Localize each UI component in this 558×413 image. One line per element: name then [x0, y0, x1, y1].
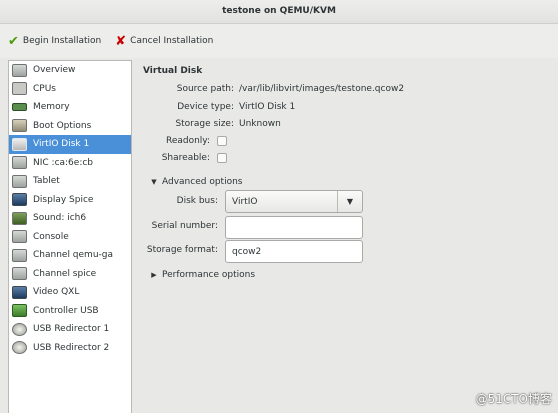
sidebar-item-label: Video QXL — [33, 287, 80, 298]
details-panel: Virtual Disk Source path: /var/lib/libvi… — [140, 60, 558, 413]
sidebar-item-overview[interactable]: Overview — [9, 61, 131, 80]
boot-options-icon — [12, 119, 27, 133]
tablet-icon — [12, 174, 27, 188]
source-path-value: /var/lib/libvirt/images/testone.qcow2 — [239, 84, 405, 94]
sidebar-item-label: Boot Options — [33, 120, 92, 131]
advanced-options-label: Advanced options — [162, 177, 243, 187]
readonly-checkbox[interactable] — [217, 136, 227, 146]
sidebar-item-label: Console — [33, 231, 69, 242]
channel-icon — [12, 267, 27, 281]
sound-icon — [12, 211, 27, 225]
sidebar-item-usb-redirector-1[interactable]: USB Redirector 1 — [9, 320, 131, 339]
serial-number-label: Serial number: — [151, 221, 218, 231]
sidebar-item-cpus[interactable]: CPUs — [9, 80, 131, 99]
hardware-list: Overview CPUs Memory Boot Options VirtIO… — [8, 60, 132, 413]
sidebar-item-nic[interactable]: NIC :ca:6e:cb — [9, 154, 131, 173]
sidebar-item-video-qxl[interactable]: Video QXL — [9, 283, 131, 302]
sidebar-item-channel-qemu-ga[interactable]: Channel qemu-ga — [9, 246, 131, 265]
toolbar: ✔ Begin Installation ✘ Cancel Installati… — [0, 24, 558, 58]
console-icon — [12, 230, 27, 244]
sidebar-item-channel-spice[interactable]: Channel spice — [9, 265, 131, 284]
display-icon — [12, 193, 27, 207]
video-icon — [12, 285, 27, 299]
disk-bus-combo[interactable]: VirtIO ▼ — [225, 190, 363, 213]
sidebar-item-label: USB Redirector 1 — [33, 324, 110, 335]
sidebar-item-display-spice[interactable]: Display Spice — [9, 191, 131, 210]
window-title: testone on QEMU/KVM — [0, 0, 558, 24]
section-title: Virtual Disk — [143, 66, 203, 76]
watermark: @51CTO博客 — [475, 392, 552, 406]
disk-icon — [12, 137, 27, 151]
cancel-installation-button[interactable]: ✘ Cancel Installation — [115, 35, 213, 48]
sidebar-item-memory[interactable]: Memory — [9, 98, 131, 117]
sidebar-item-label: VirtIO Disk 1 — [33, 139, 90, 150]
controller-icon — [12, 304, 27, 318]
sidebar-item-label: Tablet — [33, 176, 60, 187]
source-path-label: Source path: — [176, 84, 234, 94]
begin-installation-button[interactable]: ✔ Begin Installation — [8, 35, 101, 48]
sidebar-item-tablet[interactable]: Tablet — [9, 172, 131, 191]
channel-icon — [12, 248, 27, 262]
sidebar-item-label: Memory — [33, 102, 70, 113]
check-icon: ✔ — [8, 33, 19, 49]
sidebar-item-label: Display Spice — [33, 194, 94, 205]
performance-options-label: Performance options — [162, 270, 256, 280]
device-type-value: VirtIO Disk 1 — [239, 102, 296, 112]
storage-format-field[interactable] — [225, 240, 363, 263]
expanded-triangle-icon: ▼ — [151, 178, 157, 186]
shareable-label: Shareable: — [161, 153, 210, 163]
overview-icon — [12, 63, 27, 77]
sidebar-item-label: CPUs — [33, 83, 56, 94]
sidebar-item-label: Overview — [33, 65, 76, 76]
sidebar-item-sound[interactable]: Sound: ich6 — [9, 209, 131, 228]
sidebar-item-label: Channel qemu-ga — [33, 250, 114, 261]
cancel-installation-label: Cancel Installation — [130, 36, 214, 46]
cpu-icon — [12, 82, 27, 96]
nic-icon — [12, 156, 27, 170]
disk-bus-label: Disk bus: — [176, 196, 218, 206]
sidebar-item-virtio-disk-1[interactable]: VirtIO Disk 1 — [9, 135, 131, 154]
collapsed-triangle-icon: ▶ — [151, 271, 157, 279]
sidebar-item-console[interactable]: Console — [9, 228, 131, 247]
sidebar-item-label: NIC :ca:6e:cb — [33, 157, 94, 168]
usb-redirector-icon — [12, 322, 27, 336]
storage-size-value: Unknown — [239, 119, 281, 129]
usb-redirector-icon — [12, 341, 27, 355]
sidebar-item-label: USB Redirector 2 — [33, 342, 110, 353]
sidebar-item-usb-redirector-2[interactable]: USB Redirector 2 — [9, 339, 131, 358]
sidebar-item-label: Channel spice — [33, 268, 97, 279]
memory-icon — [12, 103, 27, 112]
dropdown-arrow-icon[interactable]: ▼ — [338, 197, 362, 206]
sidebar-item-controller-usb[interactable]: Controller USB — [9, 302, 131, 321]
performance-options-expander[interactable]: ▶ Performance options — [150, 270, 255, 280]
sidebar-item-label: Sound: ich6 — [33, 213, 87, 224]
device-type-label: Device type: — [177, 102, 234, 112]
storage-format-label: Storage format: — [146, 245, 218, 255]
sidebar-item-boot-options[interactable]: Boot Options — [9, 117, 131, 136]
serial-number-field[interactable] — [225, 216, 363, 239]
advanced-options-expander[interactable]: ▼ Advanced options — [150, 177, 242, 187]
begin-installation-label: Begin Installation — [22, 36, 102, 46]
disk-bus-value: VirtIO — [232, 196, 258, 207]
sidebar-item-label: Controller USB — [33, 305, 99, 316]
shareable-checkbox[interactable] — [217, 153, 227, 163]
storage-size-label: Storage size: — [175, 119, 234, 129]
cancel-x-icon: ✘ — [115, 33, 127, 49]
readonly-label: Readonly: — [165, 136, 210, 146]
